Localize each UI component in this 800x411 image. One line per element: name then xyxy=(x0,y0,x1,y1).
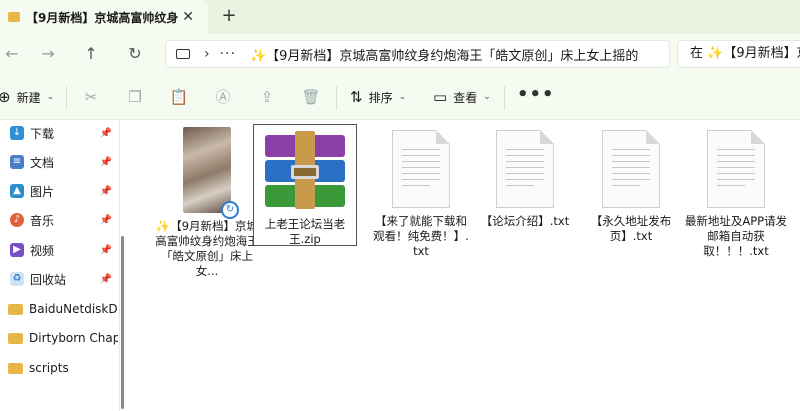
pin-icon: 📌 xyxy=(99,214,112,226)
sync-icon: ↻ xyxy=(221,201,239,219)
sidebar-item-videos[interactable]: ▶ 视频 📌 xyxy=(0,239,118,261)
music-icon: ♪ xyxy=(10,213,24,227)
file-item-txt[interactable]: 最新地址及APP请发邮箱自动获取！！！.txt xyxy=(684,130,788,259)
refresh-button[interactable]: ↻ xyxy=(123,42,147,66)
folder-icon xyxy=(8,332,23,344)
sidebar-item-label: scripts xyxy=(29,361,69,375)
document-icon: ≡ xyxy=(10,155,24,169)
video-icon: ▶ xyxy=(10,243,24,257)
more-options-button[interactable]: ••• xyxy=(517,84,555,105)
video-thumbnail: ↻ xyxy=(183,127,239,219)
sidebar-item-downloads[interactable]: ↓ 下载 📌 xyxy=(0,122,118,144)
tab-title: 【9月新档】京城高富帅纹身 xyxy=(26,10,179,25)
sort-icon: ⇅ xyxy=(350,88,363,106)
file-name: 【来了就能下载和观看！纯免费！】.txt xyxy=(373,214,469,258)
close-tab-button[interactable]: ✕ xyxy=(182,9,194,25)
text-file-icon xyxy=(707,130,765,208)
sidebar-item-label: 回收站 xyxy=(30,272,67,287)
divider xyxy=(66,86,67,110)
folder-icon xyxy=(8,362,23,374)
chevron-down-icon: ⌄ xyxy=(483,92,491,102)
sidebar-item-pictures[interactable]: ▲ 图片 📌 xyxy=(0,180,118,202)
sidebar-item-documents[interactable]: ≡ 文档 📌 xyxy=(0,151,118,173)
sidebar-item-baidunetdisk[interactable]: BaiduNetdiskDo xyxy=(0,298,118,320)
file-item-zip[interactable]: 上老王论坛当老王.zip xyxy=(253,124,357,246)
command-bar: ⊕ 新建 ⌄ ✂ ❐ 📋 Ⓐ ⇪ 🗑 ⇅ 排序 ⌄ ▭ 查看 ⌄ ••• xyxy=(0,74,800,120)
file-item-txt[interactable]: 【来了就能下载和观看！纯免费！】.txt xyxy=(369,130,473,259)
pin-icon: 📌 xyxy=(99,273,112,285)
cut-icon[interactable]: ✂ xyxy=(80,86,102,108)
file-name: ✨【9月新档】京城高富帅纹身约炮海王「皓文原创」床上女... xyxy=(155,219,259,278)
up-button[interactable]: ↑ xyxy=(79,42,103,66)
sidebar-item-label: BaiduNetdiskDo xyxy=(29,302,118,316)
download-icon: ↓ xyxy=(10,126,24,140)
file-item-txt[interactable]: 【论坛介绍】.txt xyxy=(473,130,577,229)
sidebar-item-music[interactable]: ♪ 音乐 📌 xyxy=(0,209,118,231)
new-tab-button[interactable]: + xyxy=(218,5,240,27)
delete-icon[interactable]: 🗑 xyxy=(300,86,322,108)
pictures-icon: ▲ xyxy=(10,184,24,198)
navigation-pane: ↓ 下载 📌 ≡ 文档 📌 ▲ 图片 📌 ♪ 音乐 📌 ▶ 视频 📌 ♻ 回收站… xyxy=(0,120,124,411)
sidebar-item-scripts[interactable]: scripts xyxy=(0,357,118,379)
sidebar-item-label: Dirtyborn Chapt xyxy=(29,331,118,345)
forward-button[interactable]: → xyxy=(36,42,60,66)
view-button-label: 查看 xyxy=(453,90,478,105)
text-file-icon xyxy=(392,130,450,208)
file-name: 上老王论坛当老王.zip xyxy=(264,217,346,246)
file-item-video[interactable]: ↻ ✨【9月新档】京城高富帅纹身约炮海王「皓文原创」床上女... xyxy=(155,127,259,279)
this-pc-icon xyxy=(176,49,190,59)
plus-circle-icon: ⊕ xyxy=(0,88,11,106)
breadcrumb-overflow-button[interactable]: ··· xyxy=(220,46,236,62)
winrar-archive-icon xyxy=(261,131,349,211)
view-button[interactable]: ▭ 查看 ⌄ xyxy=(433,86,491,108)
divider xyxy=(504,86,505,110)
back-button[interactable]: ← xyxy=(0,42,24,66)
tab-strip: 【9月新档】京城高富帅纹身 ✕ + xyxy=(0,0,800,34)
navigation-bar: ← → ↑ ↻ › ··· ✨【9月新档】京城高富帅纹身约炮海王「皓文原创」床上… xyxy=(0,34,800,74)
text-file-icon xyxy=(602,130,660,208)
sidebar-item-label: 下载 xyxy=(30,126,55,141)
pin-icon: 📌 xyxy=(99,185,112,197)
sidebar-item-dirtyborn[interactable]: Dirtyborn Chapt xyxy=(0,327,118,349)
recycle-bin-icon: ♻ xyxy=(10,272,24,286)
share-icon[interactable]: ⇪ xyxy=(256,86,278,108)
sidebar-item-label: 音乐 xyxy=(30,213,55,228)
file-list: ↻ ✨【9月新档】京城高富帅纹身约炮海王「皓文原创」床上女... 上老王论坛当老… xyxy=(124,120,800,411)
copy-icon[interactable]: ❐ xyxy=(124,86,146,108)
file-item-txt[interactable]: 【永久地址发布页】.txt xyxy=(579,130,683,244)
sort-button[interactable]: ⇅ 排序 ⌄ xyxy=(350,86,406,108)
paste-icon[interactable]: 📋 xyxy=(168,86,190,108)
rename-icon[interactable]: Ⓐ xyxy=(212,86,234,108)
search-input[interactable]: 在 ✨【9月新档】京 xyxy=(677,40,800,68)
folder-icon xyxy=(8,303,23,315)
folder-icon xyxy=(8,12,20,22)
chevron-right-icon[interactable]: › xyxy=(204,46,210,62)
sidebar-item-recycle-bin[interactable]: ♻ 回收站 📌 xyxy=(0,268,118,290)
chevron-down-icon: ⌄ xyxy=(46,92,55,102)
text-file-icon xyxy=(496,130,554,208)
file-name: 最新地址及APP请发邮箱自动获取！！！.txt xyxy=(684,214,788,258)
sidebar-item-label: 视频 xyxy=(30,243,55,258)
tab-current[interactable]: 【9月新档】京城高富帅纹身 ✕ xyxy=(0,0,208,34)
pin-icon: 📌 xyxy=(99,244,112,256)
pin-icon: 📌 xyxy=(99,156,112,168)
pin-icon: 📌 xyxy=(99,127,112,139)
sidebar-item-label: 文档 xyxy=(30,155,55,170)
breadcrumb-current[interactable]: ✨【9月新档】京城高富帅纹身约炮海王「皓文原创」床上女上摇的 xyxy=(250,45,638,64)
file-name: 【论坛介绍】.txt xyxy=(480,214,570,228)
divider xyxy=(336,86,337,110)
address-bar[interactable]: › ··· ✨【9月新档】京城高富帅纹身约炮海王「皓文原创」床上女上摇的 xyxy=(165,40,670,68)
new-button[interactable]: ⊕ 新建 ⌄ xyxy=(0,86,54,108)
new-button-label: 新建 xyxy=(16,90,41,105)
sort-button-label: 排序 xyxy=(368,90,393,105)
view-icon: ▭ xyxy=(433,88,448,106)
file-name: 【永久地址发布页】.txt xyxy=(590,214,672,243)
chevron-down-icon: ⌄ xyxy=(398,92,407,102)
sidebar-item-label: 图片 xyxy=(30,184,55,199)
